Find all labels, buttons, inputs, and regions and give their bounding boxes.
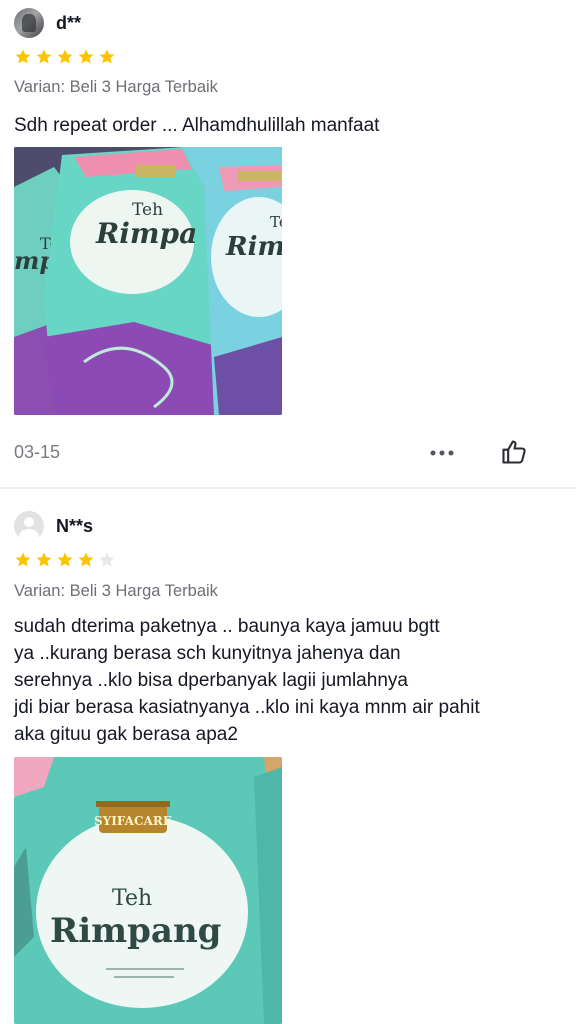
brand-label: SYIFACARE: [94, 814, 172, 828]
review-card: d** Varian: Beli 3 Harga Terbaik Sdh rep…: [0, 0, 576, 488]
star-icon: [36, 49, 52, 64]
star-icon: [78, 49, 94, 64]
more-button[interactable]: [427, 440, 457, 466]
review-text: Sdh repeat order ... Alhamdhulillah manf…: [14, 115, 380, 136]
review-date: 03-15: [14, 442, 61, 462]
thumbs-up-icon: [502, 440, 526, 464]
star-icon: [99, 49, 115, 64]
variant-label: Varian: Beli 3 Harga Terbaik: [14, 78, 218, 96]
review-card: N**s Varian: Beli 3 Harga Terbaik sudah …: [0, 489, 576, 1024]
avatar[interactable]: [14, 8, 44, 38]
review-footer: 03-15: [14, 440, 534, 466]
star-rating: [14, 551, 116, 569]
review-text-line: sudah dterima paketnya .. baunya kaya ja…: [14, 616, 440, 637]
more-dots-icon: [430, 450, 454, 456]
review-text-line: ya ..kurang berasa sch kunyitnya jahenya…: [14, 643, 401, 664]
like-button[interactable]: [500, 438, 528, 466]
username[interactable]: d**: [56, 13, 81, 34]
review-photo[interactable]: Teh mp Teh Rimpa Teh Rim: [14, 147, 282, 415]
review-photo[interactable]: SYIFACARE Teh Rimpang: [14, 757, 282, 1024]
review-text-line: jdi biar berasa kasiatnyanya ..klo ini k…: [14, 697, 480, 718]
star-icon: [99, 552, 115, 567]
username[interactable]: N**s: [56, 516, 93, 537]
star-icon: [36, 552, 52, 567]
star-icon: [15, 49, 31, 64]
product-photo-tea-packs: Teh mp Teh Rimpa Teh Rim: [14, 147, 282, 415]
product-photo-tea-pack: SYIFACARE Teh Rimpang: [14, 757, 282, 1024]
review-text: sudah dterima paketnya .. baunya kaya ja…: [14, 613, 554, 748]
pack-label-rimpang-2: Rim: [225, 232, 282, 262]
pack-label-teh: Teh: [112, 886, 152, 911]
review-header: N**s: [14, 511, 93, 541]
pack-label-rimpang: Rimpa: [95, 217, 197, 250]
star-icon: [78, 552, 94, 567]
review-text-line: aka gituu gak berasa apa2: [14, 724, 238, 745]
star-icon: [57, 552, 73, 567]
pack-label-teh-2: Teh: [270, 213, 282, 231]
variant-label: Varian: Beli 3 Harga Terbaik: [14, 582, 218, 600]
star-icon: [57, 49, 73, 64]
review-text-line: serehnya ..klo bisa dperbanyak lagii jum…: [14, 670, 408, 691]
pack-label-rimpang: Rimpang: [50, 911, 221, 951]
star-icon: [15, 552, 31, 567]
avatar[interactable]: [14, 511, 44, 541]
review-header: d**: [14, 8, 81, 38]
star-rating: [14, 48, 116, 66]
